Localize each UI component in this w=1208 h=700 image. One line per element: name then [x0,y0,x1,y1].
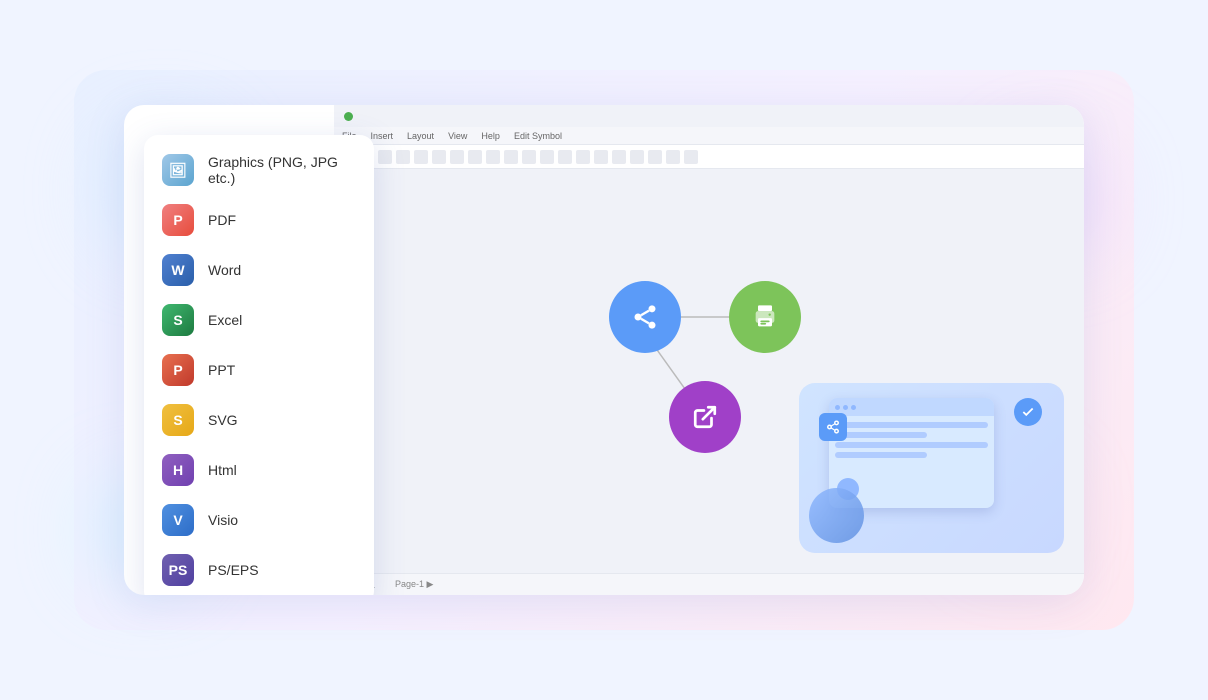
toolbar-btn-12[interactable] [558,150,572,164]
toolbar-btn-5[interactable] [432,150,446,164]
menu-label-html: Html [208,462,237,478]
statusbar-text-2: Page-1 ▶ [395,579,433,590]
menu-label-word: Word [208,262,241,278]
illustration-globe [809,488,864,543]
menu-label-visio: Visio [208,512,238,528]
menu-item-pdf[interactable]: P PDF [144,195,374,245]
menu-icon-visio: V [162,504,194,536]
editor-titlebar [334,105,1084,127]
node-export[interactable] [669,381,741,453]
node-share[interactable] [609,281,681,353]
export-dropdown-menu: 🖼 Graphics (PNG, JPG etc.) P PDF W Word S Excel… [144,135,374,595]
editor-area: FileInsertLayoutViewHelpEdit Symbol [334,105,1084,595]
menu-label-graphics: Graphics (PNG, JPG etc.) [208,154,356,186]
menu-item-ppt[interactable]: P PPT [144,345,374,395]
menu-icon-pseps: PS [162,554,194,586]
menu-label-pdf: PDF [208,212,236,228]
menu-label-pseps: PS/EPS [208,562,259,578]
menu-icon-pdf: P [162,204,194,236]
toolbar-btn-11[interactable] [540,150,554,164]
menubar-item-help[interactable]: Help [481,131,500,141]
toolbar-btn-2[interactable] [378,150,392,164]
toolbar-btn-8[interactable] [486,150,500,164]
browser-content-line-1 [835,422,988,428]
editor-statusbar: Page-1 Page-1 ▶ [334,573,1084,595]
menubar-item-edit-symbol[interactable]: Edit Symbol [514,131,562,141]
toolbar-btn-7[interactable] [468,150,482,164]
illustration-card [799,383,1064,553]
menu-item-excel[interactable]: S Excel [144,295,374,345]
browser-content-line-3 [835,442,988,448]
editor-menubar: FileInsertLayoutViewHelpEdit Symbol [334,127,1084,145]
menu-item-visio[interactable]: V Visio [144,495,374,545]
toolbar-btn-4[interactable] [414,150,428,164]
outer-card: 🖼 Graphics (PNG, JPG etc.) P PDF W Word S Excel… [74,70,1134,630]
illustration-share-icon [819,413,847,441]
editor-toolbar [334,145,1084,169]
toolbar-btn-9[interactable] [504,150,518,164]
toolbar-btn-6[interactable] [450,150,464,164]
toolbar-btn-16[interactable] [630,150,644,164]
menu-icon-html: H [162,454,194,486]
browser-dot-3 [851,405,856,410]
inner-card: 🖼 Graphics (PNG, JPG etc.) P PDF W Word S Excel… [124,105,1084,595]
menu-item-graphics[interactable]: 🖼 Graphics (PNG, JPG etc.) [144,145,374,195]
menubar-item-layout[interactable]: Layout [407,131,434,141]
menu-item-word[interactable]: W Word [144,245,374,295]
toolbar-btn-15[interactable] [612,150,626,164]
menubar-item-view[interactable]: View [448,131,467,141]
toolbar-btn-13[interactable] [576,150,590,164]
menu-icon-graphics: 🖼 [162,154,194,186]
menu-item-pseps[interactable]: PS PS/EPS [144,545,374,595]
menubar-item-insert[interactable]: Insert [371,131,394,141]
editor-canvas [334,169,1084,573]
menu-icon-word: W [162,254,194,286]
browser-mockup [829,398,994,508]
toolbar-btn-17[interactable] [648,150,662,164]
menu-label-ppt: PPT [208,362,235,378]
menu-item-html[interactable]: H Html [144,445,374,495]
toolbar-btn-19[interactable] [684,150,698,164]
browser-content-line-4 [835,452,927,458]
menu-icon-svg: S [162,404,194,436]
illustration-check-icon [1014,398,1042,426]
menu-icon-ppt: P [162,354,194,386]
browser-content-line-2 [835,432,927,438]
node-print[interactable] [729,281,801,353]
illustration-inner [799,383,1064,553]
menu-label-excel: Excel [208,312,242,328]
browser-dot-1 [835,405,840,410]
toolbar-btn-10[interactable] [522,150,536,164]
toolbar-btn-18[interactable] [666,150,680,164]
menu-item-svg[interactable]: S SVG [144,395,374,445]
menu-label-svg: SVG [208,412,238,428]
browser-dot-2 [843,405,848,410]
menu-icon-excel: S [162,304,194,336]
titlebar-dot-green [344,112,353,121]
toolbar-btn-14[interactable] [594,150,608,164]
browser-titlebar [829,398,994,416]
toolbar-btn-3[interactable] [396,150,410,164]
browser-content [829,416,994,464]
